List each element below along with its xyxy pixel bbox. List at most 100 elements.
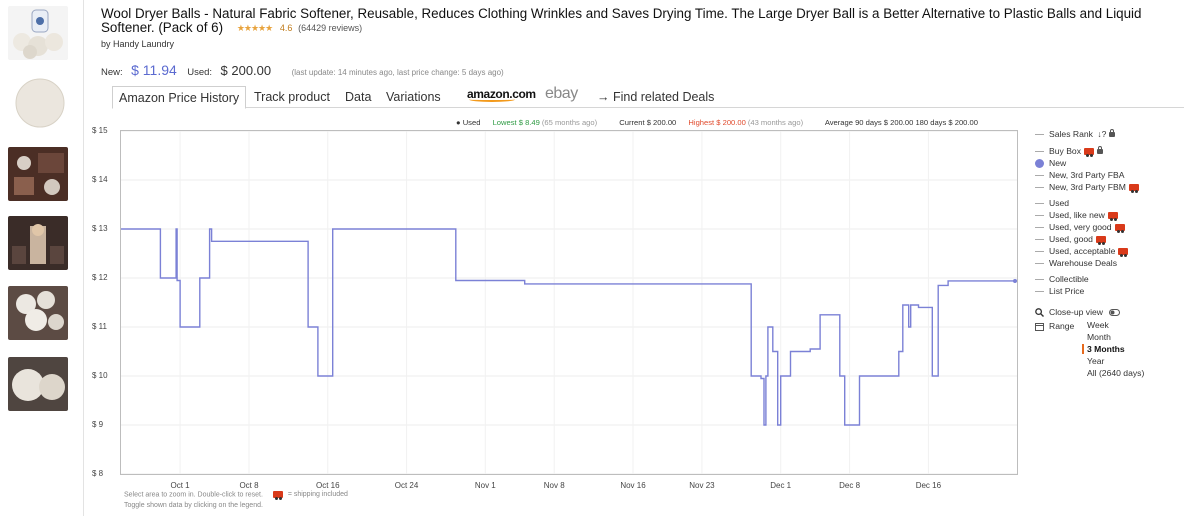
truck-icon	[1118, 248, 1129, 258]
legend-new[interactable]: New	[1035, 157, 1066, 169]
series-point-new-current[interactable]	[1013, 278, 1017, 283]
legend-line-icon	[1035, 175, 1044, 177]
x-tick-label: Dec 8	[839, 481, 861, 490]
legend-new-label: New	[1049, 158, 1067, 168]
product-thumbnail-ball[interactable]	[8, 76, 68, 130]
tab-track-product[interactable]: Track product	[254, 86, 330, 108]
ebay-logo: ebay	[545, 85, 578, 102]
tab-variations[interactable]: Variations	[386, 86, 441, 108]
product-thumbnail-lifestyle-2[interactable]	[8, 216, 68, 270]
stat-lowest: Lowest $ 8.49 (65 months ago)	[493, 118, 608, 127]
toggle-icon[interactable]	[1109, 309, 1121, 317]
legend-new-fbm-label: New, 3rd Party FBM	[1049, 182, 1126, 192]
closeup-view-toggle[interactable]: Close-up view	[1035, 306, 1121, 318]
price-row: New: $ 11.94 Used: $ 200.00 (last update…	[101, 62, 504, 80]
x-tick-label: Oct 1	[170, 481, 190, 490]
y-tick-label: $ 12	[92, 273, 108, 282]
brand-byline[interactable]: by Handy Laundry	[101, 39, 174, 49]
legend-line-icon	[1035, 203, 1044, 205]
zoom-hint-text: Select area to zoom in. Double-click to …	[124, 491, 263, 499]
ebay-link[interactable]: ebay	[545, 83, 578, 105]
legend-list-price-label: List Price	[1049, 286, 1085, 296]
thumbnail-column	[0, 0, 80, 516]
range-3-months[interactable]: 3 Months	[1082, 344, 1125, 354]
legend-line-icon	[1035, 134, 1044, 136]
x-tick-label: Nov 23	[689, 481, 715, 490]
closeup-view-label: Close-up view	[1049, 307, 1103, 317]
truck-icon	[1114, 224, 1125, 234]
product-thumbnail-bag[interactable]	[8, 6, 68, 60]
price-chart-plot[interactable]	[120, 130, 1018, 475]
stats-bar: ● Used Lowest $ 8.49 (65 months ago) Curr…	[456, 118, 988, 127]
truck-icon	[1128, 184, 1139, 194]
stat-lowest-value: Lowest $ 8.49	[492, 118, 540, 127]
legend-used[interactable]: Used	[1035, 197, 1069, 209]
truck-icon	[1084, 148, 1095, 158]
y-tick-label: $ 15	[92, 126, 108, 135]
stat-average: Average 90 days $ 200.00 180 days $ 200.…	[824, 118, 978, 127]
range-all[interactable]: All (2640 days)	[1087, 368, 1144, 378]
range-year[interactable]: Year	[1087, 356, 1104, 366]
sort-icon[interactable]: ↓?	[1097, 129, 1106, 139]
legend-list-price[interactable]: List Price	[1035, 285, 1084, 297]
tab-price-history[interactable]: Amazon Price History	[112, 86, 247, 109]
truck-icon	[1107, 212, 1118, 222]
legend-line-icon	[1035, 291, 1044, 293]
toggle-hint: Toggle shown data by clicking on the leg…	[124, 502, 263, 509]
legend-used-like-new[interactable]: Used, like new	[1035, 209, 1118, 222]
x-tick-label: Oct 16	[315, 481, 340, 490]
product-title: Wool Dryer Balls - Natural Fabric Soften…	[101, 7, 1171, 35]
lock-icon	[1109, 129, 1116, 138]
x-tick-label: Oct 8	[239, 481, 259, 490]
legend-line-icon	[1035, 227, 1044, 229]
shipping-hint: = shipping included	[287, 491, 348, 499]
rating-value: 4.6	[279, 23, 293, 33]
amazon-smile-icon	[469, 97, 515, 102]
legend-used-good-label: Used, good	[1049, 234, 1093, 244]
x-tick-label: Dec 16	[915, 481, 942, 490]
tab-find-related-deals[interactable]: → Find related Deals	[597, 86, 714, 108]
legend-used-acceptable[interactable]: Used, acceptable	[1035, 245, 1129, 258]
legend-line-icon	[1035, 215, 1044, 217]
new-price: $ 11.94	[131, 62, 177, 78]
x-tick-label: Dec 1	[770, 481, 792, 490]
star-icon: ★★★★★	[236, 23, 273, 33]
y-tick-label: $ 9	[92, 420, 104, 429]
used-price-label: Used:	[187, 67, 213, 78]
range-week[interactable]: Week	[1087, 320, 1109, 330]
y-tick-label: $ 10	[92, 371, 108, 380]
search-icon	[1035, 308, 1044, 318]
tab-data[interactable]: Data	[345, 86, 371, 108]
legend-sales-rank[interactable]: Sales Rank ↓?	[1035, 128, 1116, 140]
product-thumbnail-lifestyle-4[interactable]	[8, 357, 68, 411]
x-tick-label: Nov 8	[543, 481, 565, 490]
range-label: Range	[1049, 321, 1075, 331]
legend-used-good[interactable]: Used, good	[1035, 233, 1106, 246]
truck-icon	[1095, 236, 1106, 246]
legend-collectible-label: Collectible	[1049, 274, 1089, 284]
new-price-label: New:	[101, 67, 123, 78]
range-label-row: Range	[1035, 320, 1074, 332]
stat-used[interactable]: ● Used	[456, 118, 480, 127]
amazon-link[interactable]: amazon.com	[467, 83, 536, 105]
legend-warehouse-deals[interactable]: Warehouse Deals	[1035, 257, 1117, 269]
product-thumbnail-lifestyle-3[interactable]	[8, 286, 68, 340]
legend-buy-box[interactable]: Buy Box	[1035, 145, 1104, 158]
legend-used-very-good-label: Used, very good	[1049, 222, 1112, 232]
legend-line-icon	[1035, 263, 1044, 265]
legend-collectible[interactable]: Collectible	[1035, 273, 1089, 285]
legend-sales-rank-label: Sales Rank	[1049, 129, 1093, 139]
keepa-page: Wool Dryer Balls - Natural Fabric Soften…	[0, 0, 1194, 516]
stat-lowest-ago: (65 months ago)	[541, 118, 598, 127]
range-month[interactable]: Month	[1087, 332, 1111, 342]
product-thumbnail-lifestyle-1[interactable]	[8, 147, 68, 201]
legend-new-fba[interactable]: New, 3rd Party FBA	[1035, 169, 1124, 181]
legend-used-very-good[interactable]: Used, very good	[1035, 221, 1125, 234]
legend-new-fbm[interactable]: New, 3rd Party FBM	[1035, 181, 1139, 194]
stat-current: Current $ 200.00	[619, 118, 677, 127]
review-count[interactable]: (64429 reviews)	[298, 23, 362, 33]
legend-used-acceptable-label: Used, acceptable	[1049, 246, 1116, 256]
price-chart-svg[interactable]	[121, 130, 1017, 475]
x-tick-label: Oct 24	[394, 481, 419, 490]
legend-line-icon	[1035, 151, 1044, 153]
